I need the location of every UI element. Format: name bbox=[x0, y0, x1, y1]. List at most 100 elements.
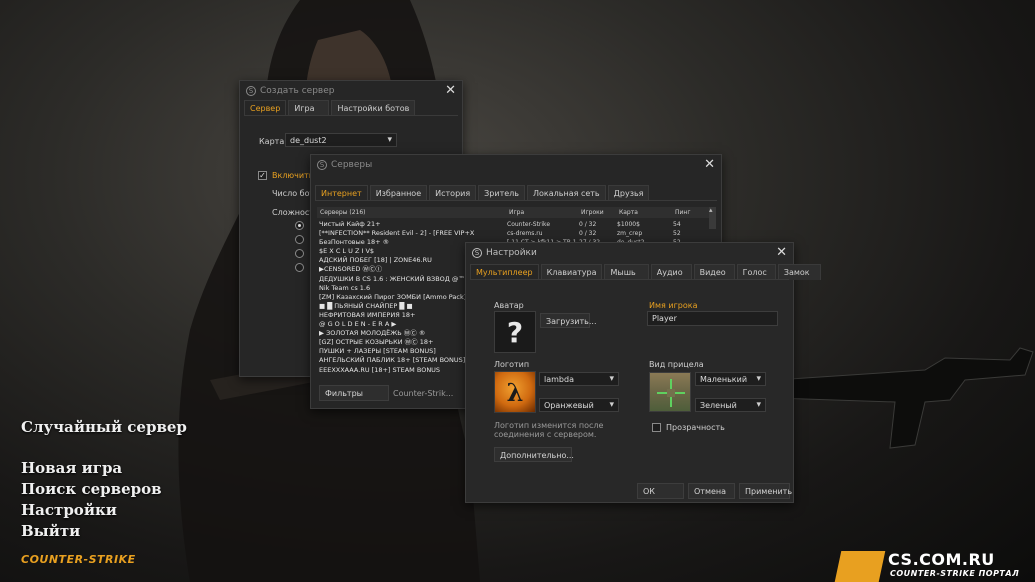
cell-map: $1000$ bbox=[617, 221, 640, 228]
menu-random-server[interactable]: Случайный сервер bbox=[21, 418, 187, 436]
ok-button[interactable]: ОК bbox=[637, 483, 684, 499]
column-map[interactable]: Карта bbox=[619, 209, 638, 216]
apply-button[interactable]: Применить bbox=[739, 483, 792, 499]
cell-players: 0 / 32 bbox=[579, 230, 597, 238]
tab-divider bbox=[244, 115, 458, 116]
create-server-title: Создать сервер bbox=[260, 86, 335, 96]
difficulty-radio-3[interactable] bbox=[295, 249, 304, 258]
watermark: CS.COM.RU COUNTER-STRIKE ПОРТАЛ bbox=[834, 549, 1035, 582]
background-rifle bbox=[775, 347, 1034, 449]
server-row[interactable]: АДСКИЙ ПОБЕГ [18] | ZONE46.RU bbox=[319, 256, 474, 265]
menu-new-game[interactable]: Новая игра bbox=[21, 459, 122, 477]
server-row[interactable]: ПУШКИ + ЛАЗЕРЫ [STEAM BONUS] bbox=[319, 347, 474, 356]
server-row[interactable]: @ G O L D E N - E R A ▶ bbox=[319, 320, 474, 329]
column-game[interactable]: Игра bbox=[509, 209, 524, 216]
server-row[interactable]: ▶ ЗОЛОТАЯ МОЛОДЁЖЬ ⓌⒸ ® bbox=[319, 329, 474, 338]
logo-select[interactable]: lambda bbox=[539, 372, 619, 386]
server-row[interactable]: $E X C L U Z I V$ bbox=[319, 247, 474, 256]
avatar-label: Аватар bbox=[494, 301, 524, 310]
tab-multiplayer[interactable]: Мультиплеер bbox=[470, 264, 539, 280]
watermark-title: CS.COM.RU bbox=[888, 550, 995, 569]
servers-title: Серверы bbox=[331, 160, 373, 170]
tab-video[interactable]: Видео bbox=[693, 264, 735, 280]
table-row[interactable]: Counter-Strike 0 / 32 $1000$ 54 bbox=[507, 220, 715, 229]
server-row[interactable]: ▶CENSORED ⓌⒸⒾ bbox=[319, 265, 474, 274]
server-row[interactable]: АНГЕЛЬСКИЙ ПАБЛИК 18+ [STEAM BONUS] bbox=[319, 356, 474, 365]
difficulty-radio-1[interactable] bbox=[295, 221, 304, 230]
counter-strike-logo: COUNTER-STRIKE bbox=[21, 553, 136, 566]
logo-color-select[interactable]: Оранжевый bbox=[539, 398, 619, 412]
lambda-logo: λ bbox=[494, 371, 536, 413]
tab-audio[interactable]: Аудио bbox=[650, 264, 692, 280]
menu-quit[interactable]: Выйти bbox=[21, 522, 80, 540]
tab-favorites[interactable]: Избранное bbox=[369, 185, 428, 201]
menu-find-servers[interactable]: Поиск серверов bbox=[21, 480, 162, 498]
tab-friends[interactable]: Друзья bbox=[607, 185, 650, 201]
tab-internet[interactable]: Интернет bbox=[315, 185, 368, 201]
server-row[interactable]: ■ █ ПЬЯНЫЙ СНАЙПЕР █ ■ bbox=[319, 302, 474, 311]
column-players[interactable]: Игроки bbox=[581, 209, 604, 216]
table-row[interactable]: cs-drems.ru 0 / 32 zm_crep 52 bbox=[507, 229, 715, 238]
column-servers[interactable]: Серверы (216) bbox=[320, 209, 366, 216]
tab-game[interactable]: Игра bbox=[288, 100, 330, 116]
cancel-button[interactable]: Отмена bbox=[688, 483, 735, 499]
advanced-button[interactable]: Дополнительно... bbox=[494, 447, 574, 462]
server-row[interactable]: БезПонтовые 18+ ® bbox=[319, 238, 474, 247]
server-row[interactable]: [**INFECTION** Resident Evil - 2] - [FRE… bbox=[319, 229, 474, 238]
crosshair-color-select[interactable]: Зеленый bbox=[695, 398, 766, 412]
tab-spectate[interactable]: Зритель bbox=[478, 185, 525, 201]
server-list-header: Серверы (216) Игра Игроки Карта Пинг bbox=[317, 207, 715, 218]
steam-icon: S bbox=[317, 160, 327, 170]
server-row[interactable]: Чистый Кайф 21+ bbox=[319, 220, 474, 229]
tab-divider bbox=[315, 200, 717, 201]
servers-tabs: Интернет Избранное История Зритель Локал… bbox=[315, 185, 650, 201]
settings-title: Настройки bbox=[486, 248, 537, 258]
player-name-input[interactable]: Player bbox=[647, 311, 778, 326]
tab-lan[interactable]: Локальная сеть bbox=[526, 185, 606, 201]
crosshair-preview bbox=[649, 372, 691, 412]
map-label: Карта bbox=[259, 137, 285, 146]
difficulty-radio-2[interactable] bbox=[295, 235, 304, 244]
window-title: S Серверы bbox=[317, 160, 372, 170]
server-row[interactable]: EEEXXXAAA.RU [18+] STEAM BONUS bbox=[319, 366, 474, 375]
map-select[interactable]: de_dust2 bbox=[285, 133, 397, 147]
enable-bots-checkbox[interactable]: ✓ bbox=[258, 171, 267, 180]
crosshair-size-select[interactable]: Маленький bbox=[695, 372, 766, 386]
avatar[interactable]: ? bbox=[494, 311, 536, 353]
cell-players: 0 / 32 bbox=[579, 221, 597, 228]
difficulty-radio-4[interactable] bbox=[295, 263, 304, 272]
crosshair-label: Вид прицела bbox=[649, 360, 704, 369]
server-row[interactable]: НЕФРИТОВАЯ ИМПЕРИЯ 18+ bbox=[319, 311, 474, 320]
server-row[interactable]: Nik Team cs 1.6 bbox=[319, 284, 474, 293]
server-row[interactable]: [GZ] ОСТРЫЕ КОЗЫРЬКИ ⓌⒸ 18+ bbox=[319, 338, 474, 347]
menu-settings[interactable]: Настройки bbox=[21, 501, 117, 519]
server-row[interactable]: ДЕДУШКИ В CS 1.6 : ЖЕНСКИЙ ВЗВОД @™ bbox=[319, 275, 474, 284]
close-icon[interactable]: ✕ bbox=[445, 83, 456, 98]
column-ping[interactable]: Пинг bbox=[675, 209, 691, 216]
logo-note: Логотип изменится после соединения с сер… bbox=[494, 421, 604, 439]
upload-avatar-button[interactable]: Загрузить... bbox=[540, 313, 597, 328]
tab-voice[interactable]: Голос bbox=[736, 264, 776, 280]
game-filter-value: Counter-Strik... bbox=[393, 389, 454, 398]
tab-bot-settings[interactable]: Настройки ботов bbox=[331, 100, 416, 116]
tab-divider bbox=[470, 279, 789, 280]
tab-lock[interactable]: Замок bbox=[777, 264, 821, 280]
transparency-label: Прозрачность bbox=[666, 423, 725, 432]
player-name-label: Имя игрока bbox=[649, 301, 698, 310]
tab-keyboard[interactable]: Клавиатура bbox=[540, 264, 603, 280]
watermark-subtitle: COUNTER-STRIKE ПОРТАЛ bbox=[890, 569, 1020, 578]
filters-button[interactable]: Фильтры bbox=[319, 385, 389, 401]
server-row[interactable]: [ZM] Казахский Пирог ЗОМБИ [Ammo Pack] bbox=[319, 293, 474, 302]
tab-server[interactable]: Сервер bbox=[244, 100, 287, 116]
cell-ping: 52 bbox=[673, 230, 681, 238]
close-icon[interactable]: ✕ bbox=[776, 245, 787, 260]
close-icon[interactable]: ✕ bbox=[704, 157, 715, 172]
steam-icon: S bbox=[472, 248, 482, 258]
tab-mouse[interactable]: Мышь bbox=[604, 264, 649, 280]
settings-tabs: Мультиплеер Клавиатура Мышь Аудио Видео … bbox=[470, 264, 821, 280]
cell-game: Counter-Strike bbox=[507, 221, 551, 228]
tab-history[interactable]: История bbox=[429, 185, 477, 201]
steam-icon: S bbox=[246, 86, 256, 96]
transparency-checkbox[interactable] bbox=[652, 423, 661, 432]
window-title: S Создать сервер bbox=[246, 86, 334, 96]
